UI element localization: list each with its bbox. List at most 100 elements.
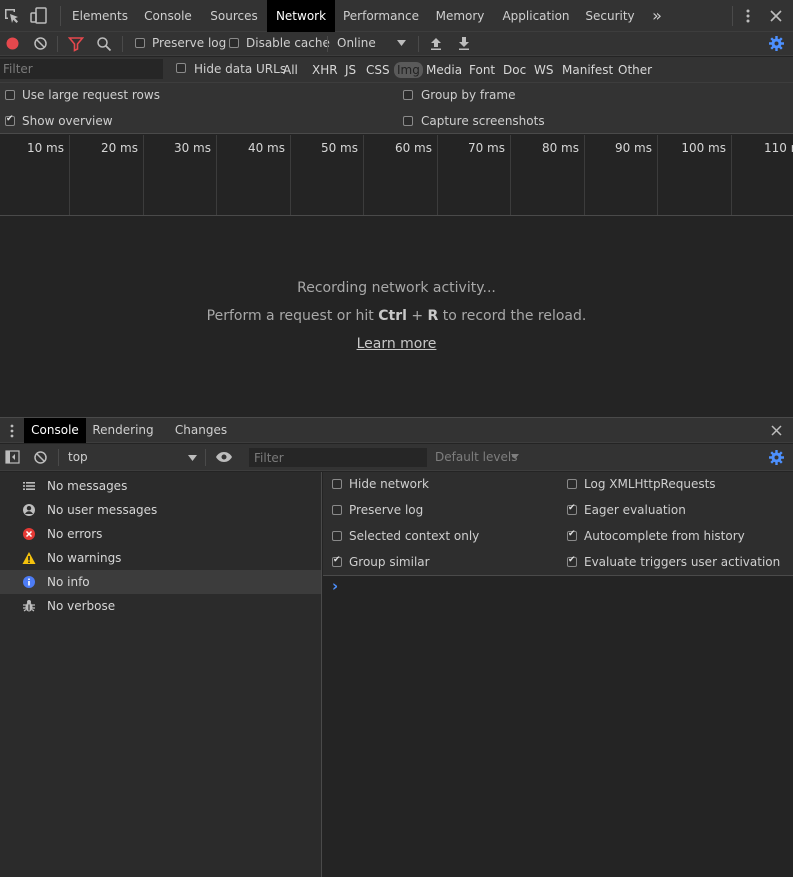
drawer-tab-console[interactable]: Console: [24, 418, 86, 443]
selected-context-checkbox[interactable]: [332, 531, 342, 541]
console-settings-gear-icon[interactable]: [768, 449, 785, 466]
drawer-menu-icon[interactable]: [8, 423, 16, 439]
hide-data-urls-label: Hide data URLs: [194, 62, 287, 76]
network-settings-gear-icon[interactable]: [768, 35, 785, 52]
hide-network-checkbox[interactable]: [332, 479, 342, 489]
autocomplete-history-checkbox[interactable]: [567, 529, 577, 541]
bug-icon: [22, 599, 36, 613]
sidebar-item-user-messages[interactable]: No user messages: [0, 498, 321, 522]
learn-more-link[interactable]: Learn more: [357, 336, 437, 352]
console-prompt-area[interactable]: ›: [323, 577, 793, 877]
drawer-tab-changes[interactable]: Changes: [170, 418, 232, 443]
tab-security[interactable]: Security: [578, 0, 642, 32]
tab-memory[interactable]: Memory: [428, 0, 492, 32]
evaluate-triggers-label: Evaluate triggers user activation: [584, 555, 781, 569]
type-filter-js[interactable]: JS: [345, 63, 356, 77]
tick-label: 30 ms: [173, 141, 211, 155]
sidebar-item-warnings[interactable]: No warnings: [0, 546, 321, 570]
sidebar-item-label: No warnings: [47, 551, 122, 565]
levels-chevron-down-icon[interactable]: [511, 453, 519, 460]
export-har-icon[interactable]: [457, 36, 471, 51]
log-xhr-checkbox[interactable]: [567, 479, 577, 489]
close-drawer-icon[interactable]: [770, 424, 783, 437]
eager-evaluation-checkbox[interactable]: [567, 503, 577, 515]
hide-data-urls-checkbox[interactable]: [176, 63, 186, 73]
drawer-tab-rendering[interactable]: Rendering: [88, 418, 158, 443]
group-by-frame-checkbox[interactable]: [403, 90, 413, 100]
console-preserve-log-checkbox[interactable]: [332, 505, 342, 515]
close-devtools-icon[interactable]: [769, 9, 783, 23]
overview-tick: 90 ms: [585, 135, 658, 215]
tab-elements[interactable]: Elements: [68, 0, 132, 32]
console-prompt-chevron: ›: [332, 577, 339, 595]
sidebar-item-verbose[interactable]: No verbose: [0, 594, 321, 618]
tab-network[interactable]: Network: [267, 0, 335, 32]
sidebar-item-label: No user messages: [47, 503, 158, 517]
hide-network-label: Hide network: [349, 477, 429, 491]
throttling-select[interactable]: Online: [337, 36, 376, 50]
clear-console-icon[interactable]: [33, 450, 48, 465]
group-similar-checkbox[interactable]: [332, 555, 342, 567]
disable-cache-checkbox[interactable]: [229, 38, 239, 48]
type-filter-doc[interactable]: Doc: [503, 63, 526, 77]
filter-input[interactable]: Filter: [0, 59, 163, 79]
clear-icon[interactable]: [33, 36, 48, 51]
inspect-element-icon[interactable]: [4, 8, 20, 24]
toggle-sidebar-icon[interactable]: [5, 450, 20, 464]
import-har-icon[interactable]: [429, 36, 443, 51]
context-select[interactable]: top: [68, 450, 88, 464]
reload-hint-suffix: to record the reload.: [442, 308, 587, 324]
live-expression-eye-icon[interactable]: [215, 451, 233, 463]
console-preserve-log-label: Preserve log: [349, 503, 424, 517]
evaluate-triggers-checkbox[interactable]: [567, 555, 577, 567]
capture-screenshots-checkbox[interactable]: [403, 116, 413, 126]
overview-tick: 110 ms: [732, 135, 793, 215]
type-filter-font[interactable]: Font: [469, 63, 495, 77]
overview-tick: 30 ms: [144, 135, 217, 215]
disable-cache-label: Disable cache: [246, 36, 330, 50]
type-filter-manifest[interactable]: Manifest: [562, 63, 613, 77]
record-icon[interactable]: [5, 36, 20, 51]
eager-evaluation-label: Eager evaluation: [584, 503, 686, 517]
device-toolbar-icon[interactable]: [30, 7, 48, 25]
show-overview-checkbox[interactable]: [5, 114, 15, 126]
reload-hint-prefix: Perform a request or hit: [206, 308, 374, 324]
type-filter-all[interactable]: All: [283, 63, 298, 77]
filter-icon[interactable]: [68, 36, 84, 52]
sidebar-item-info[interactable]: No info: [0, 570, 321, 594]
tab-console[interactable]: Console: [134, 0, 202, 32]
more-tabs-icon[interactable]: »: [645, 0, 669, 32]
list-icon: [22, 479, 36, 493]
console-sidebar: No messages No user messages No errors N…: [0, 472, 322, 877]
filter-input-placeholder: Filter: [3, 62, 33, 76]
main-tab-bar: Elements Console Sources Network Perform…: [0, 0, 793, 32]
log-levels-select[interactable]: Default levels: [435, 450, 517, 464]
sidebar-item-messages[interactable]: No messages: [0, 474, 321, 498]
selected-context-label: Selected context only: [349, 529, 480, 543]
overview-tick: 40 ms: [217, 135, 291, 215]
sidebar-item-label: No errors: [47, 527, 103, 541]
more-options-icon[interactable]: [743, 8, 753, 24]
preserve-log-checkbox[interactable]: [135, 38, 145, 48]
tick-label: 80 ms: [541, 141, 579, 155]
tab-performance[interactable]: Performance: [337, 0, 425, 32]
context-chevron-down-icon[interactable]: [188, 454, 197, 462]
sidebar-item-label: No messages: [47, 479, 128, 493]
type-filter-ws[interactable]: WS: [534, 63, 553, 77]
large-rows-checkbox[interactable]: [5, 90, 15, 100]
sidebar-item-errors[interactable]: No errors: [0, 522, 321, 546]
search-icon[interactable]: [96, 36, 112, 52]
network-overview[interactable]: 10 ms 20 ms 30 ms 40 ms 50 ms 60 ms 70 m…: [0, 135, 793, 216]
type-filter-other[interactable]: Other: [618, 63, 652, 77]
type-filter-css[interactable]: CSS: [366, 63, 390, 77]
chevron-down-icon[interactable]: [397, 39, 406, 47]
drawer-tab-bar: Console Rendering Changes: [0, 417, 793, 443]
console-filter-input[interactable]: Filter: [249, 448, 427, 467]
info-icon: [22, 575, 36, 589]
tab-sources[interactable]: Sources: [202, 0, 266, 32]
show-overview-label: Show overview: [22, 114, 113, 128]
type-filter-media[interactable]: Media: [426, 63, 462, 77]
type-filter-xhr[interactable]: XHR: [312, 63, 338, 77]
type-filter-img[interactable]: Img: [394, 62, 423, 78]
tab-application[interactable]: Application: [495, 0, 577, 32]
